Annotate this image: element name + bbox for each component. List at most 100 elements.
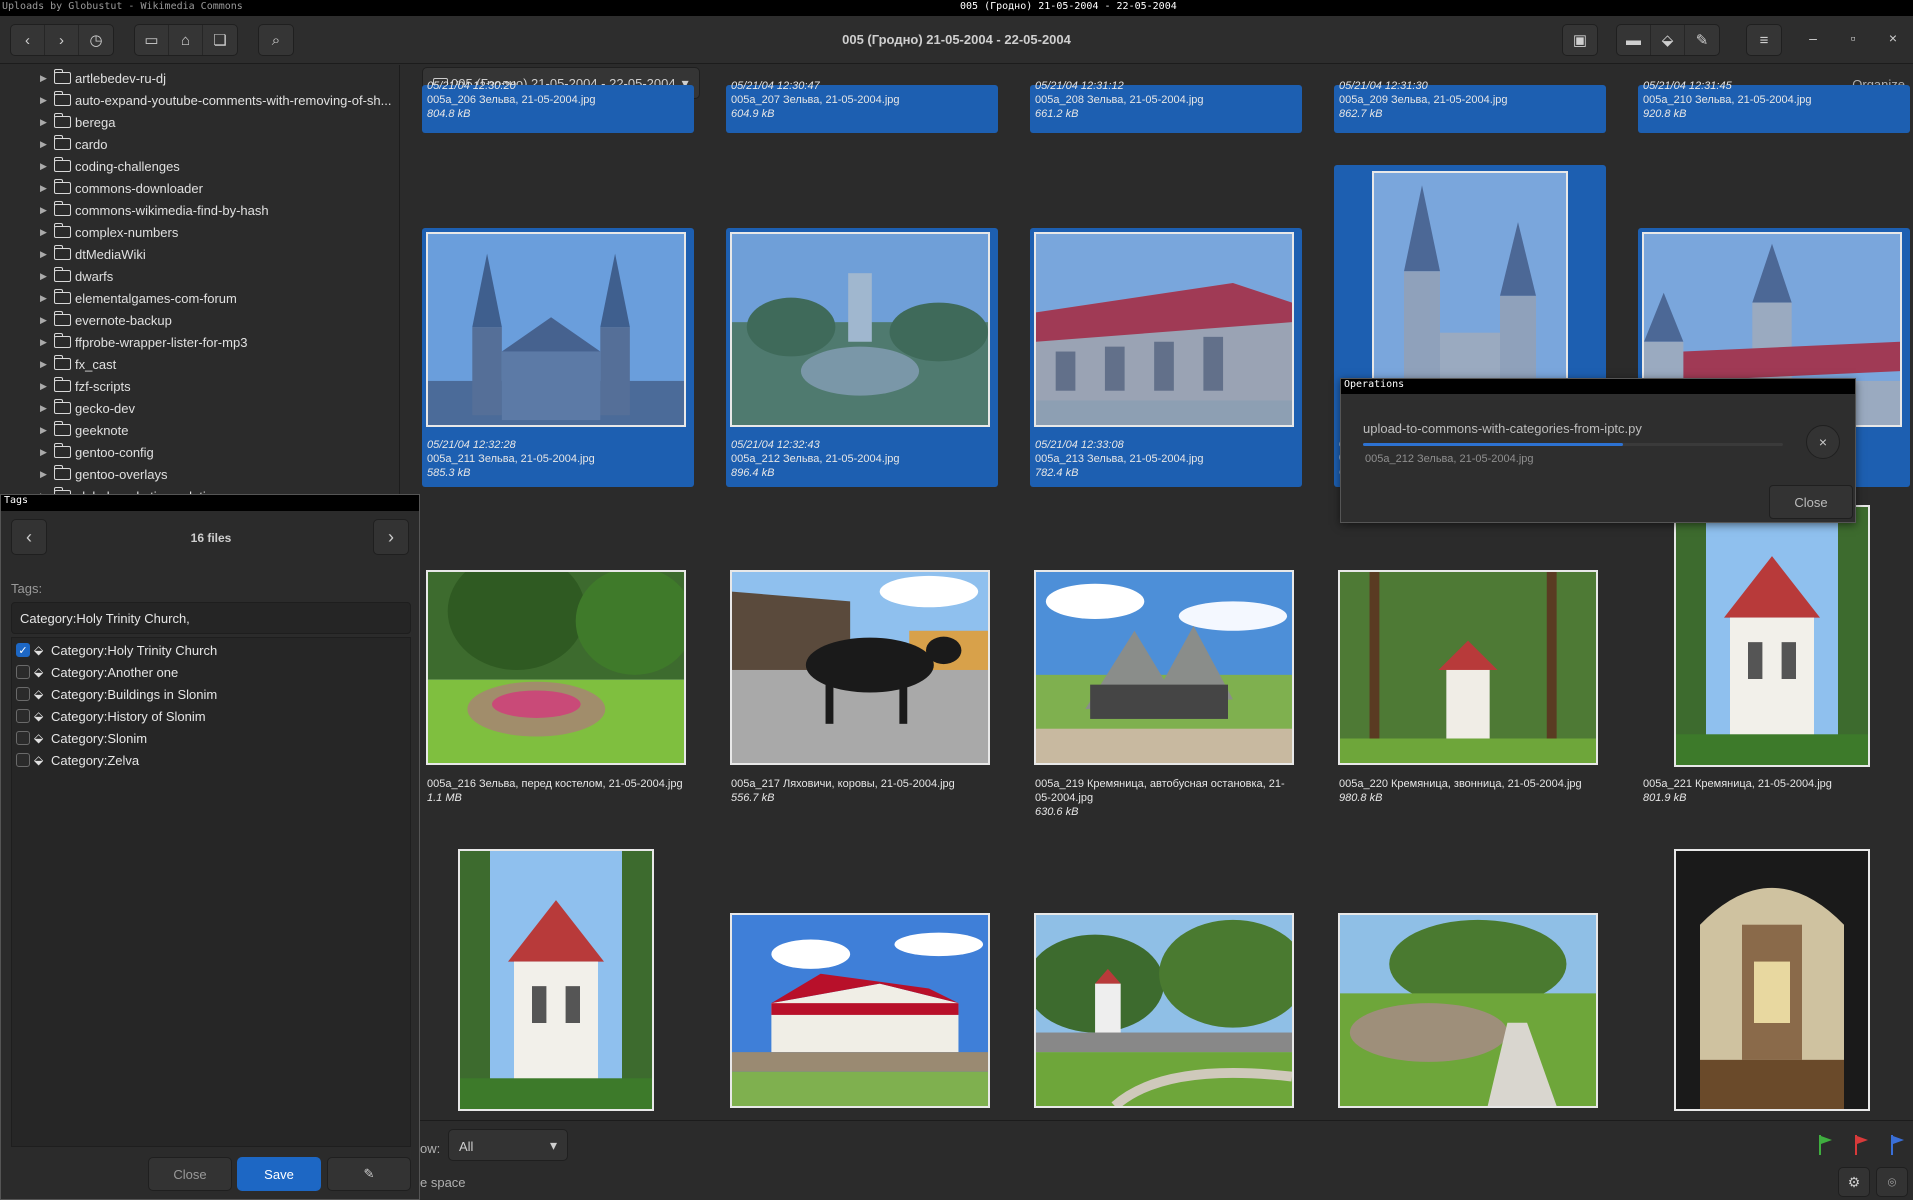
- thumbnail[interactable]: 005a_220 Кремяница, звонница, 21-05-2004…: [1334, 570, 1606, 830]
- tree-item[interactable]: ▶ geeknote: [40, 419, 129, 441]
- menu-icon[interactable]: ≡: [1746, 24, 1782, 56]
- thumbnail[interactable]: 05/21/04 12:31:45 005a_210 Зельва, 21-05-…: [1638, 80, 1910, 133]
- expander-icon[interactable]: ▶: [40, 95, 54, 106]
- thumbnail[interactable]: 05/21/04 12:31:12 005a_208 Зельва, 21-05-…: [1030, 80, 1302, 133]
- thumbnail[interactable]: [1638, 849, 1910, 1113]
- thumbnail[interactable]: 005a_217 Ляховичи, коровы, 21-05-2004.jp…: [726, 570, 998, 830]
- comment-icon[interactable]: ▬: [1617, 25, 1651, 55]
- tag-checkbox[interactable]: [16, 753, 30, 767]
- cancel-operation-button[interactable]: ×: [1806, 425, 1840, 459]
- folder-tree[interactable]: ▶ artlebedev-ru-dj ▶ auto-expand-youtube-co…: [0, 65, 400, 495]
- expander-icon[interactable]: ▶: [40, 161, 54, 172]
- tree-item[interactable]: ▶ gecko-dev: [40, 397, 135, 419]
- thumbnail[interactable]: 05/21/04 12:30:47 005a_207 Зельва, 21-05-…: [726, 80, 998, 133]
- drive-icon[interactable]: ▭: [135, 25, 169, 55]
- folder-icon: [54, 443, 71, 458]
- tag-item[interactable]: ⬙ Category:Slonim: [16, 728, 147, 748]
- tags-close-button[interactable]: Close: [148, 1157, 232, 1191]
- tag-item[interactable]: ⬙ Category:Buildings in Slonim: [16, 684, 217, 704]
- forward-icon[interactable]: ›: [45, 25, 79, 55]
- tree-item-label: fx_cast: [75, 356, 117, 372]
- show-filter-select[interactable]: All ▾: [448, 1129, 568, 1161]
- operations-close-button[interactable]: Close: [1769, 485, 1853, 519]
- tree-item[interactable]: ▶ complex-numbers: [40, 221, 178, 243]
- tag-item[interactable]: ⬙ Category:Zelva: [16, 750, 139, 770]
- green-flag-icon[interactable]: [1816, 1133, 1836, 1157]
- thumbnail[interactable]: 005a_216 Зельва, перед костелом, 21-05-2…: [422, 570, 694, 830]
- tag-checkbox[interactable]: [16, 731, 30, 745]
- tree-item[interactable]: ▶ dtMediaWiki: [40, 243, 146, 265]
- home-icon[interactable]: ⌂: [169, 25, 203, 55]
- tags-input[interactable]: Category:Holy Trinity Church,: [11, 602, 411, 634]
- tree-item[interactable]: ▶ gentoo-config: [40, 441, 154, 463]
- minimize-icon[interactable]: –: [1803, 30, 1823, 50]
- tree-item[interactable]: ▶ commons-wikimedia-find-by-hash: [40, 199, 269, 221]
- lightbulb-icon[interactable]: ⌾: [1876, 1167, 1908, 1197]
- tag-item[interactable]: ⬙ Category:History of Slonim: [16, 706, 206, 726]
- tag-item[interactable]: ⬙ Category:Another one: [16, 662, 178, 682]
- expander-icon[interactable]: ▶: [40, 381, 54, 392]
- expander-icon[interactable]: ▶: [40, 139, 54, 150]
- tree-item[interactable]: ▶ fzf-scripts: [40, 375, 131, 397]
- expander-icon[interactable]: ▶: [40, 205, 54, 216]
- thumbnail[interactable]: 005a_221 Кремяница, 21-05-2004.jpg 801.9 …: [1638, 505, 1910, 804]
- expander-icon[interactable]: ▶: [40, 469, 54, 480]
- next-file-button[interactable]: ›: [373, 519, 409, 555]
- tree-item[interactable]: ▶ gentoo-overlays: [40, 463, 168, 485]
- settings-icon[interactable]: ⚙: [1838, 1167, 1870, 1197]
- expander-icon[interactable]: ▶: [40, 271, 54, 282]
- blue-flag-icon[interactable]: [1888, 1133, 1908, 1157]
- tree-item[interactable]: ▶ commons-downloader: [40, 177, 203, 199]
- expander-icon[interactable]: ▶: [40, 425, 54, 436]
- places-group: ▭ ⌂ ❏: [134, 24, 238, 56]
- thumbnail[interactable]: 05/21/04 12:30:20 005a_206 Зельва, 21-05-…: [422, 80, 694, 133]
- thumbnail[interactable]: 05/21/04 12:33:08 005a_213 Зельва, 21-05-…: [1030, 228, 1302, 487]
- tag-checkbox[interactable]: [16, 665, 30, 679]
- thumbnail[interactable]: [1030, 913, 1302, 1120]
- expander-icon[interactable]: ▶: [40, 73, 54, 84]
- expander-icon[interactable]: ▶: [40, 359, 54, 370]
- slideshow-icon[interactable]: ▣: [1562, 24, 1598, 56]
- thumbnail[interactable]: 05/21/04 12:31:30 005a_209 Зельва, 21-05-…: [1334, 80, 1606, 133]
- tree-item[interactable]: ▶ fx_cast: [40, 353, 116, 375]
- thumbnail[interactable]: 05/21/04 12:32:28 005a_211 Зельва, 21-05-…: [422, 228, 694, 487]
- tree-item[interactable]: ▶ elementalgames-com-forum: [40, 287, 237, 309]
- tree-item[interactable]: ▶ artlebedev-ru-dj: [40, 67, 166, 89]
- expander-icon[interactable]: ▶: [40, 403, 54, 414]
- expander-icon[interactable]: ▶: [40, 293, 54, 304]
- tags-edit-button[interactable]: ✎: [327, 1157, 411, 1191]
- tag-checkbox[interactable]: [16, 709, 30, 723]
- tree-item[interactable]: ▶ cardo: [40, 133, 108, 155]
- expander-icon[interactable]: ▶: [40, 337, 54, 348]
- expander-icon[interactable]: ▶: [40, 315, 54, 326]
- expander-icon[interactable]: ▶: [40, 117, 54, 128]
- tag-item[interactable]: ✓ ⬙ Category:Holy Trinity Church: [16, 640, 217, 660]
- tree-item[interactable]: ▶ berega: [40, 111, 115, 133]
- maximize-icon[interactable]: ▫: [1843, 30, 1863, 50]
- expander-icon[interactable]: ▶: [40, 447, 54, 458]
- expander-icon[interactable]: ▶: [40, 183, 54, 194]
- expander-icon[interactable]: ▶: [40, 249, 54, 260]
- thumbnail[interactable]: [1334, 913, 1606, 1120]
- tree-item[interactable]: ▶ dwarfs: [40, 265, 113, 287]
- tag-checkbox[interactable]: [16, 687, 30, 701]
- thumbnail[interactable]: 05/21/04 12:32:43 005a_212 Зельва, 21-05-…: [726, 228, 998, 487]
- back-icon[interactable]: ‹: [11, 25, 45, 55]
- search-icon[interactable]: ⌕: [258, 24, 294, 56]
- tags-icon[interactable]: ⬙: [1651, 25, 1685, 55]
- recent-icon[interactable]: ◷: [79, 25, 113, 55]
- tag-checkbox[interactable]: ✓: [16, 643, 30, 657]
- thumbnail[interactable]: [726, 913, 998, 1120]
- tools-icon[interactable]: ✎: [1685, 25, 1719, 55]
- bookmark-icon[interactable]: ❏: [203, 25, 237, 55]
- tags-save-button[interactable]: Save: [237, 1157, 321, 1191]
- tree-item[interactable]: ▶ coding-challenges: [40, 155, 180, 177]
- thumbnail[interactable]: [422, 849, 694, 1113]
- expander-icon[interactable]: ▶: [40, 227, 54, 238]
- red-flag-icon[interactable]: [1852, 1133, 1872, 1157]
- thumbnail[interactable]: 005a_219 Кремяница, автобусная остановка…: [1030, 570, 1302, 830]
- tree-item[interactable]: ▶ ffprobe-wrapper-lister-for-mp3: [40, 331, 247, 353]
- close-window-icon[interactable]: ×: [1883, 30, 1903, 50]
- tree-item[interactable]: ▶ auto-expand-youtube-comments-with-remov…: [40, 89, 391, 111]
- tree-item[interactable]: ▶ evernote-backup: [40, 309, 172, 331]
